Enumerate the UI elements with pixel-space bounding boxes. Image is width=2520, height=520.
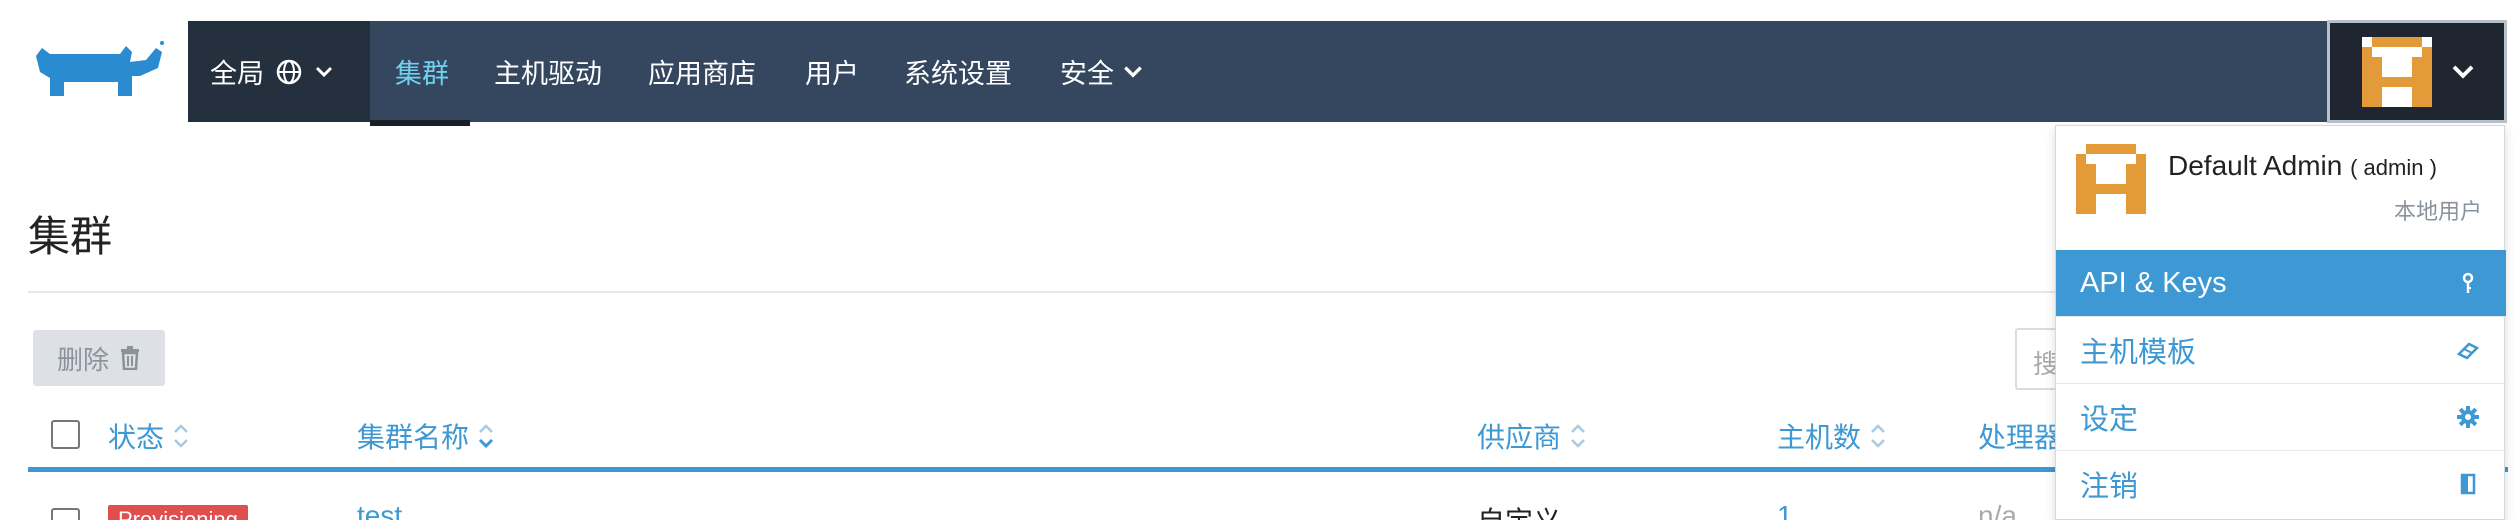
nav-security-label: 安全 (1060, 59, 1114, 89)
chevron-down-icon (1124, 65, 1142, 78)
user-dropdown-menu: Default Admin ( admin ) 本地用户 API & Keys … (2055, 125, 2506, 520)
nav-settings[interactable]: 系统设置 (904, 21, 1012, 122)
rancher-logo[interactable] (28, 38, 168, 104)
page-title: 集群 (28, 213, 113, 260)
column-header-label: 主机数 (1777, 422, 1862, 453)
logout-icon (2460, 473, 2476, 494)
nav-active-indicator (370, 120, 470, 126)
column-header-name[interactable]: 集群名称 (357, 416, 495, 456)
user-name: Default Admin (2168, 150, 2343, 181)
eraser-icon (2456, 341, 2480, 360)
delete-label: 删除 (56, 344, 109, 375)
nav-catalogs[interactable]: 应用商店 (648, 21, 756, 122)
column-header-label: 处理器 (1978, 422, 2063, 453)
menu-item-label: 设定 (2080, 403, 2139, 436)
menu-item-logout[interactable]: 注销 (2056, 450, 2506, 516)
cpu-cell: n/a (1978, 500, 2017, 520)
user-menu-button[interactable] (2327, 20, 2507, 123)
column-header-nodes[interactable]: 主机数 (1777, 416, 1887, 456)
sort-icon (1571, 424, 1585, 448)
menu-item-api-keys[interactable]: API & Keys (2056, 250, 2506, 316)
user-info: Default Admin ( admin ) 本地用户 (2056, 126, 2506, 248)
select-all-checkbox[interactable] (51, 420, 80, 449)
column-header-cpu[interactable]: 处理器 (1978, 416, 2062, 456)
chevron-down-icon (315, 66, 333, 77)
gear-icon (2457, 405, 2479, 428)
globe-icon (276, 59, 302, 84)
status-badge: Provisioning (108, 505, 248, 520)
menu-item-node-templates[interactable]: 主机模板 (2056, 316, 2506, 382)
user-provider: 本地用户 (2393, 199, 2482, 224)
nav-security[interactable]: 安全 (1060, 21, 1144, 122)
sort-icon (174, 424, 188, 448)
menu-item-label: 主机模板 (2080, 336, 2197, 369)
user-username: ( admin ) (2350, 155, 2437, 180)
column-header-label: 供应商 (1477, 422, 1562, 453)
menu-item-label: 注销 (2080, 470, 2139, 503)
user-display-name: Default Admin ( admin ) (2168, 150, 2437, 182)
row-checkbox[interactable] (51, 508, 80, 520)
cluster-name-link[interactable]: test (357, 500, 402, 520)
column-header-label: 状态 (108, 422, 165, 453)
sort-icon (478, 424, 494, 449)
nav-users[interactable]: 用户 (805, 21, 859, 122)
delete-button[interactable]: 删除 (33, 330, 165, 386)
nav-node-drivers[interactable]: 主机驱动 (494, 21, 602, 122)
column-header-state[interactable]: 状态 (108, 416, 190, 456)
chevron-down-icon (2452, 64, 2474, 79)
menu-item-label: API & Keys (2080, 266, 2227, 299)
column-header-provider[interactable]: 供应商 (1477, 416, 1587, 456)
top-navbar: 全局 集群 主机驱动 应用商店 用户 系统设置 安全 (188, 20, 2507, 126)
nav-clusters[interactable]: 集群 (395, 21, 449, 122)
avatar (2076, 144, 2146, 214)
global-scope-selector[interactable]: 全局 (188, 21, 370, 122)
sort-icon (1871, 424, 1885, 448)
column-header-label: 集群名称 (357, 422, 470, 453)
key-icon (2462, 272, 2474, 293)
divider (28, 291, 2108, 293)
avatar (2362, 36, 2432, 107)
trash-icon (121, 346, 139, 370)
global-label: 全局 (210, 59, 264, 89)
provider-cell: 自定义 (1477, 500, 1561, 520)
menu-item-preferences[interactable]: 设定 (2056, 383, 2506, 449)
node-count-link[interactable]: 1 (1777, 500, 1793, 520)
